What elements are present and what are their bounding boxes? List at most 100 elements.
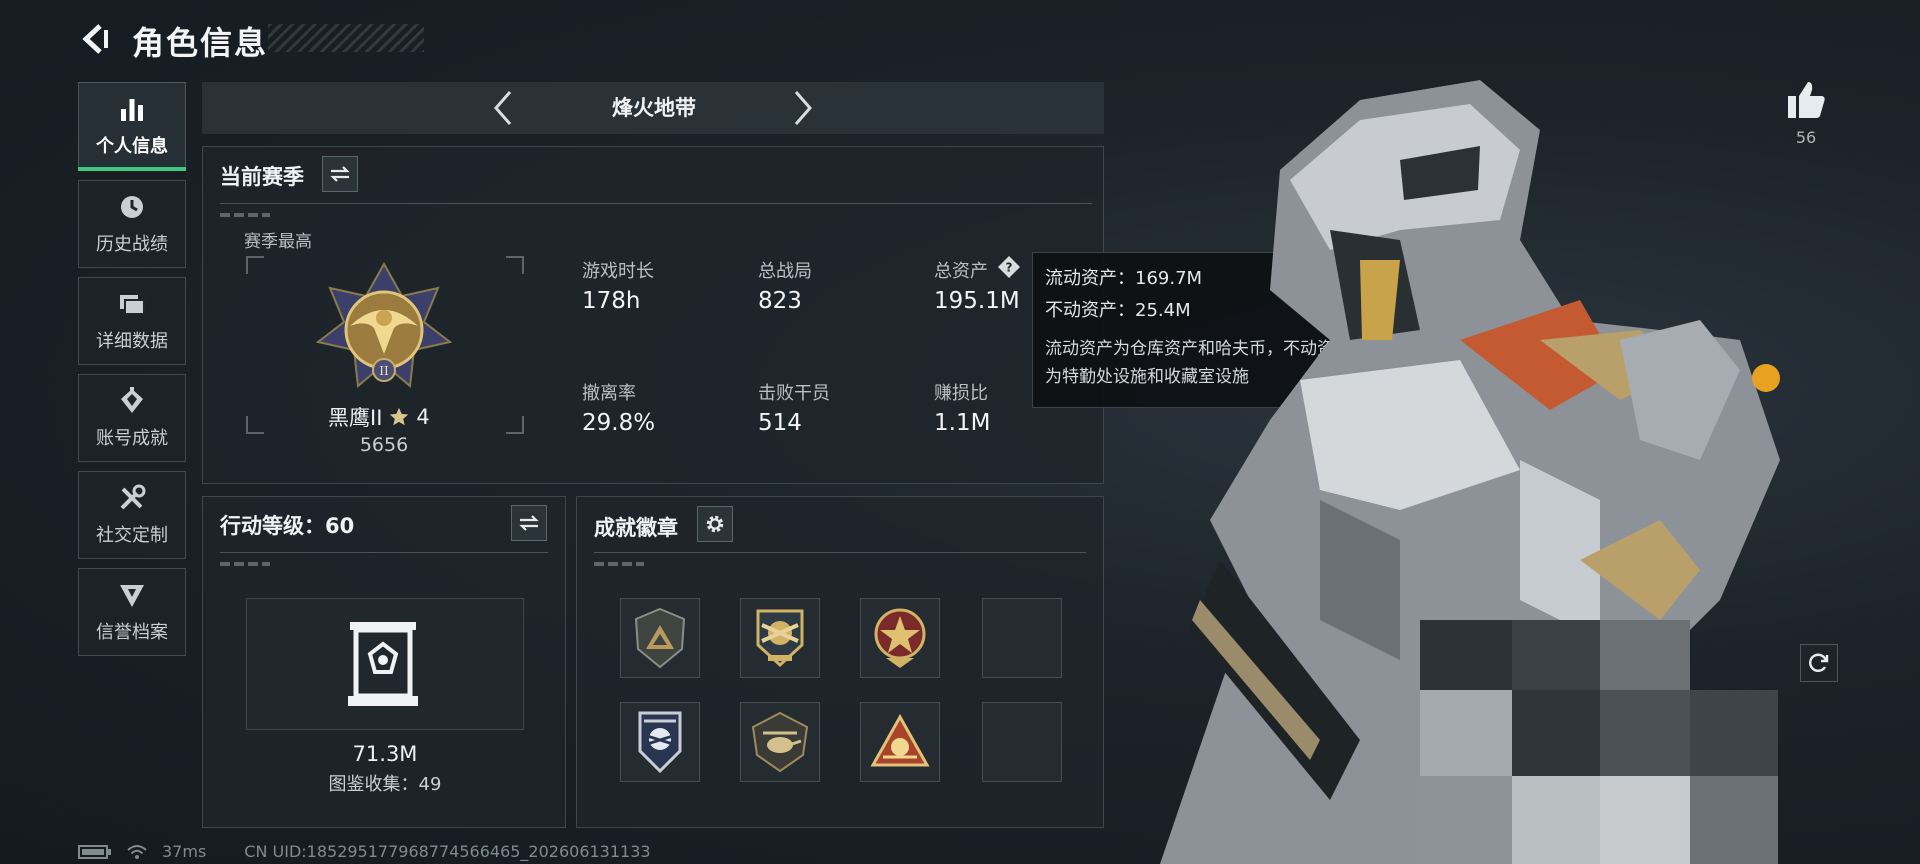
stat-label-assets: 总资产 bbox=[934, 261, 988, 282]
mosaic-block bbox=[1690, 690, 1778, 776]
status-bar: 37ms CN UID:185295177968774566465_202606… bbox=[78, 842, 651, 861]
propeller-badge-icon bbox=[756, 609, 804, 668]
season-title: 当前赛季 bbox=[220, 165, 304, 189]
nav-label: 信誉档案 bbox=[96, 622, 168, 643]
stat-value-matches: 823 bbox=[758, 288, 802, 314]
mosaic-block bbox=[1600, 776, 1690, 864]
badge-slot[interactable] bbox=[860, 598, 940, 678]
tools-icon bbox=[117, 483, 147, 513]
svg-text:?: ? bbox=[1006, 261, 1013, 275]
divider bbox=[220, 552, 548, 553]
frame-corner bbox=[506, 416, 524, 434]
badge-slot-empty[interactable] bbox=[982, 598, 1062, 678]
collection-value: 71.3M bbox=[352, 742, 418, 766]
rank-emblem: II bbox=[310, 258, 458, 404]
rotate-model-button[interactable] bbox=[1800, 644, 1838, 682]
mosaic-block bbox=[1690, 776, 1778, 864]
nav-item-achievements[interactable]: 账号成就 bbox=[78, 374, 186, 462]
back-button[interactable] bbox=[78, 22, 112, 56]
stat-label-extract-rate: 撤离率 bbox=[582, 383, 636, 404]
stat-label-playtime: 游戏时长 bbox=[582, 261, 654, 282]
star-icon bbox=[390, 407, 409, 426]
frame-corner bbox=[246, 256, 264, 274]
mosaic-block bbox=[1600, 690, 1690, 776]
badge-slot[interactable] bbox=[740, 702, 820, 782]
season-best-label: 赛季最高 bbox=[244, 232, 312, 252]
nav-label: 账号成就 bbox=[96, 428, 168, 449]
nav-label: 历史战绩 bbox=[96, 234, 168, 255]
stat-value-kills: 514 bbox=[758, 410, 802, 436]
page-title: 角色信息 bbox=[132, 24, 269, 62]
stat-value-assets: 195.1M bbox=[934, 288, 1020, 314]
wing-badge-icon bbox=[638, 711, 682, 774]
mosaic-block bbox=[1512, 776, 1600, 864]
mosaic-block bbox=[1420, 620, 1512, 690]
badge-slot[interactable] bbox=[740, 598, 820, 678]
nav-item-history[interactable]: 历史战绩 bbox=[78, 180, 186, 268]
chevron-left-icon bbox=[494, 91, 512, 125]
svg-text:II: II bbox=[379, 364, 389, 378]
sun-badge-icon bbox=[870, 713, 930, 767]
mode-next-button[interactable] bbox=[782, 86, 822, 130]
divider-dash bbox=[594, 562, 644, 566]
rotate-icon bbox=[1809, 653, 1829, 672]
divider-dash bbox=[220, 562, 270, 566]
stat-value-profit-ratio: 1.1M bbox=[934, 410, 991, 436]
stat-label-matches: 总战局 bbox=[758, 261, 812, 282]
divider-dash bbox=[220, 213, 270, 217]
achievement-icon bbox=[117, 386, 147, 416]
mosaic-block bbox=[1512, 620, 1600, 690]
rank-name-row: 黑鹰II 4 bbox=[328, 402, 430, 432]
bar-chart-icon bbox=[117, 94, 147, 124]
mosaic-block bbox=[1420, 776, 1512, 864]
nav-label: 详细数据 bbox=[96, 331, 168, 352]
title-decoration bbox=[268, 24, 424, 52]
triangle-badge-icon bbox=[634, 607, 686, 669]
battery-icon bbox=[78, 844, 111, 859]
nav-item-personal-info[interactable]: 个人信息 bbox=[78, 82, 186, 171]
mode-name: 烽火地带 bbox=[612, 96, 696, 120]
back-arrow-icon bbox=[82, 24, 108, 54]
like-count: 56 bbox=[1795, 128, 1817, 147]
level-switch-button[interactable] bbox=[511, 505, 547, 541]
thumbs-up-icon bbox=[1788, 82, 1825, 118]
nav-item-social[interactable]: 社交定制 bbox=[78, 471, 186, 559]
mode-prev-button[interactable] bbox=[484, 86, 524, 130]
helicopter-badge-icon bbox=[751, 711, 809, 773]
nav-item-reputation[interactable]: 信誉档案 bbox=[78, 568, 186, 656]
chevron-right-icon bbox=[794, 91, 812, 125]
mosaic-block bbox=[1600, 620, 1690, 690]
folder-icon bbox=[117, 289, 147, 319]
clock-icon bbox=[117, 192, 147, 222]
stat-label-kills: 击败干员 bbox=[758, 383, 830, 404]
swap-icon bbox=[330, 166, 350, 182]
frame-corner bbox=[246, 416, 264, 434]
badge-slot-empty[interactable] bbox=[982, 702, 1062, 782]
stat-value-playtime: 178h bbox=[582, 288, 641, 314]
stat-value-extract-rate: 29.8% bbox=[582, 410, 656, 436]
mosaic-block bbox=[1420, 690, 1512, 776]
mosaic-block bbox=[1512, 690, 1600, 776]
badge-slot[interactable] bbox=[620, 702, 700, 782]
rank-name: 黑鹰II bbox=[328, 406, 383, 430]
rank-stars: 4 bbox=[416, 405, 430, 429]
uid-text: CN UID:185295177968774566465_20260613113… bbox=[244, 842, 651, 861]
stat-label-profit-ratio: 赚损比 bbox=[934, 383, 988, 404]
like-button[interactable] bbox=[1784, 78, 1828, 122]
badge-slot[interactable] bbox=[620, 598, 700, 678]
divider bbox=[594, 552, 1086, 553]
rank-score: 5656 bbox=[359, 434, 409, 456]
badge-slot[interactable] bbox=[860, 702, 940, 782]
help-icon[interactable]: ? bbox=[997, 255, 1021, 279]
ping-value: 37ms bbox=[162, 842, 207, 861]
divider bbox=[220, 203, 1092, 204]
gear-icon bbox=[706, 515, 724, 533]
swap-icon bbox=[519, 515, 539, 531]
badge-settings-button[interactable] bbox=[697, 506, 733, 542]
collection-case-icon bbox=[346, 620, 420, 710]
collection-count: 图鉴收集：49 bbox=[328, 774, 442, 795]
season-switch-button[interactable] bbox=[322, 156, 358, 192]
shield-icon bbox=[117, 580, 147, 610]
nav-item-detail-data[interactable]: 详细数据 bbox=[78, 277, 186, 365]
star-badge-icon bbox=[874, 608, 926, 668]
